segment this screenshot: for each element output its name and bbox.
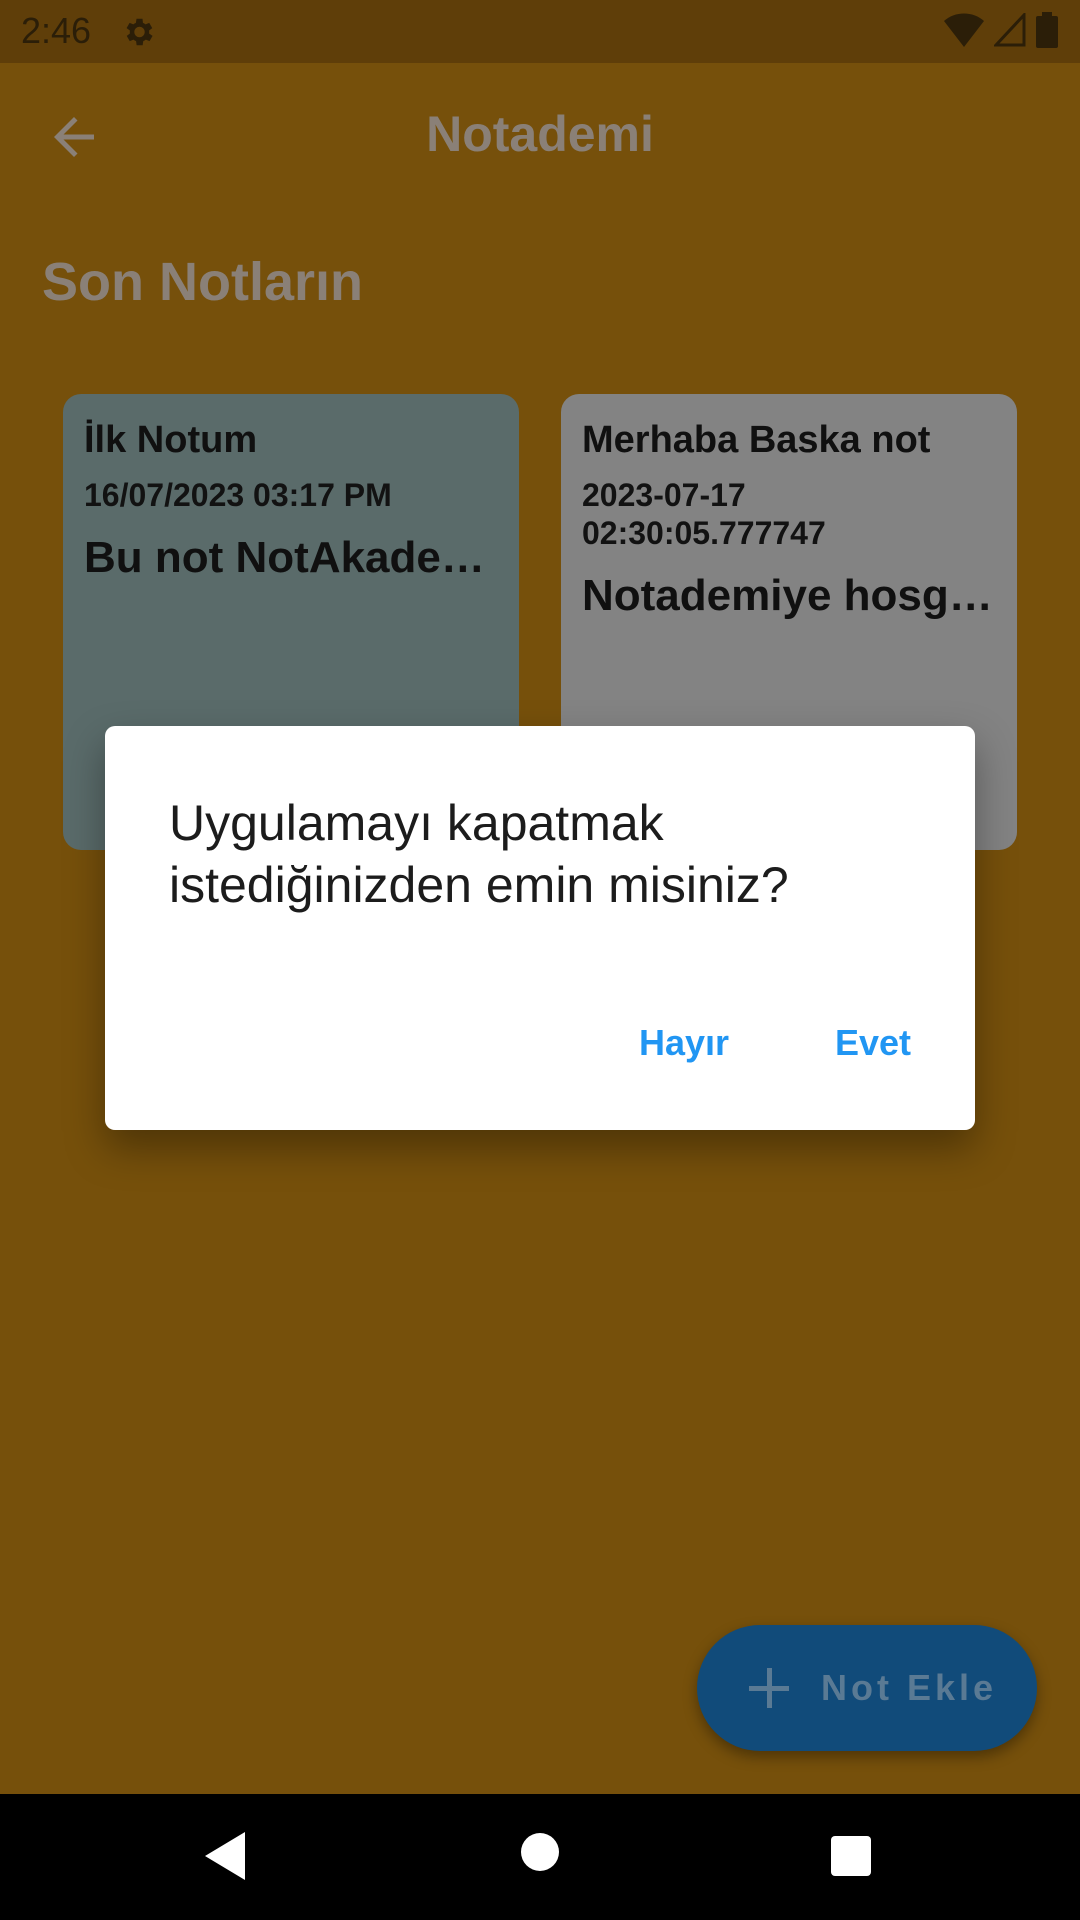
note-date: 2023-07-17 02:30:05.777747 (582, 477, 826, 551)
dialog-message: Uygulamayı kapatmak istediğinizden emin … (169, 795, 789, 913)
note-date: 16/07/2023 03:17 PM (84, 477, 392, 513)
confirm-button[interactable]: Evet (835, 1022, 911, 1064)
note-title: İlk Notum (84, 419, 258, 461)
status-bar: 2:46 (0, 0, 1080, 63)
wifi-icon (944, 13, 984, 47)
settings-gear-icon (126, 18, 153, 46)
back-triangle-icon[interactable] (205, 1832, 245, 1880)
add-note-label: Not Ekle (821, 1667, 998, 1708)
signal-icon (994, 13, 1026, 47)
section-title: Son Notların (42, 252, 363, 312)
battery-icon (1036, 12, 1058, 48)
exit-confirm-dialog: Uygulamayı kapatmak istediğinizden emin … (105, 726, 975, 1130)
home-circle-icon[interactable] (521, 1833, 559, 1871)
note-title: Merhaba Baska not (582, 419, 931, 461)
note-body: Bu not NotAkademi'ye (84, 533, 498, 582)
cancel-button[interactable]: Hayır (639, 1022, 729, 1064)
status-icons (944, 12, 1058, 48)
app-title: Notademi (426, 106, 654, 162)
add-note-button[interactable]: Not Ekle (697, 1625, 1037, 1751)
recents-square-icon[interactable] (831, 1836, 871, 1876)
app-bar: Notademi (0, 63, 1080, 210)
plus-icon (749, 1668, 789, 1708)
navigation-bar (0, 1794, 1080, 1920)
note-body: Notademiye hosgeldin (582, 571, 996, 620)
status-time: 2:46 (21, 10, 92, 51)
screen: 2:46 Notademi Son Notların İlk Notum 16/… (0, 0, 1080, 1920)
